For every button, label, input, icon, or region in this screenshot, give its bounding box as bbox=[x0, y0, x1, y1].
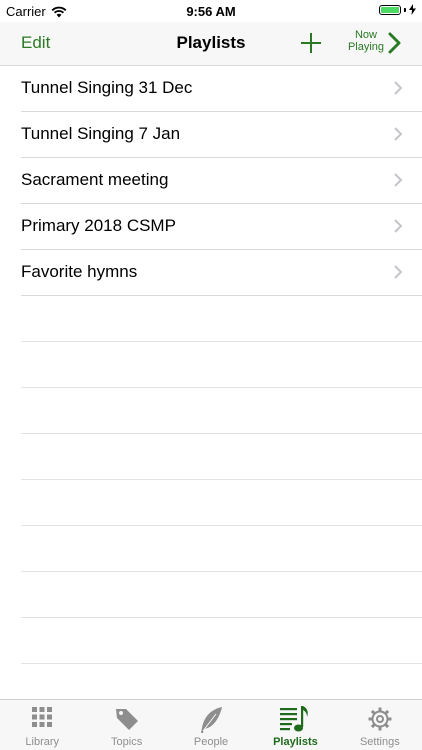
battery-indicator bbox=[379, 4, 416, 15]
feather-icon bbox=[201, 707, 223, 733]
tab-label: Library bbox=[25, 736, 60, 748]
tab-people[interactable]: People bbox=[169, 700, 253, 750]
playlist-name: Tunnel Singing 7 Jan bbox=[21, 124, 181, 143]
playlist-row[interactable]: Tunnel Singing 7 Jan bbox=[0, 112, 422, 158]
playlist-name: Primary 2018 CSMP bbox=[21, 216, 176, 235]
chevron-right-icon bbox=[394, 173, 402, 187]
playlist-row[interactable]: Sacrament meeting bbox=[0, 158, 422, 204]
tab-label: People bbox=[193, 736, 229, 748]
battery-icon bbox=[379, 4, 401, 15]
playlist-list: Tunnel Singing 31 Dec Tunnel Singing 7 J… bbox=[0, 66, 422, 664]
chevron-right-icon bbox=[388, 32, 401, 54]
navigation-bar: Edit Playlists Now Playing bbox=[0, 22, 422, 66]
tab-settings[interactable]: Settings bbox=[338, 700, 422, 750]
empty-row-separator bbox=[0, 480, 422, 526]
chevron-right-icon bbox=[394, 127, 402, 141]
playlist-name: Tunnel Singing 31 Dec bbox=[21, 78, 193, 97]
grid-icon bbox=[32, 707, 53, 727]
empty-row-separator bbox=[0, 342, 422, 388]
charging-bolt-icon bbox=[409, 4, 416, 15]
tab-topics[interactable]: Topics bbox=[84, 700, 168, 750]
tab-library[interactable]: Library bbox=[0, 700, 84, 750]
chevron-right-icon bbox=[394, 219, 402, 233]
tag-icon bbox=[115, 709, 138, 730]
tab-bar: Library Topics People Playlists Settings bbox=[0, 699, 422, 750]
empty-row-separator bbox=[0, 572, 422, 618]
chevron-right-icon bbox=[394, 81, 402, 95]
playlist-row[interactable]: Tunnel Singing 31 Dec bbox=[0, 66, 422, 112]
tab-label: Playlists bbox=[273, 736, 318, 748]
tab-label: Topics bbox=[111, 736, 143, 748]
chevron-right-icon bbox=[394, 265, 402, 279]
empty-row-separator bbox=[0, 526, 422, 572]
gear-icon bbox=[368, 707, 392, 731]
tab-playlists[interactable]: Playlists bbox=[253, 700, 337, 750]
empty-row-separator bbox=[0, 388, 422, 434]
now-playing-button[interactable]: Now Playing bbox=[347, 29, 407, 59]
empty-row-separator bbox=[0, 434, 422, 480]
status-time: 9:56 AM bbox=[186, 4, 236, 19]
now-playing-line2: Playing bbox=[347, 41, 385, 53]
status-bar: Carrier 9:56 AM bbox=[0, 0, 422, 22]
playlist-row[interactable]: Primary 2018 CSMP bbox=[0, 204, 422, 250]
playlist-name: Sacrament meeting bbox=[21, 170, 169, 189]
tab-label: Settings bbox=[359, 736, 400, 748]
playlist-name: Favorite hymns bbox=[21, 262, 138, 281]
playlist-row[interactable]: Favorite hymns bbox=[0, 250, 422, 296]
empty-row-separator bbox=[0, 296, 422, 342]
add-playlist-button[interactable] bbox=[300, 32, 322, 54]
now-playing-line1: Now bbox=[354, 29, 377, 41]
playlist-icon bbox=[280, 706, 309, 732]
empty-row-separator bbox=[0, 618, 422, 664]
